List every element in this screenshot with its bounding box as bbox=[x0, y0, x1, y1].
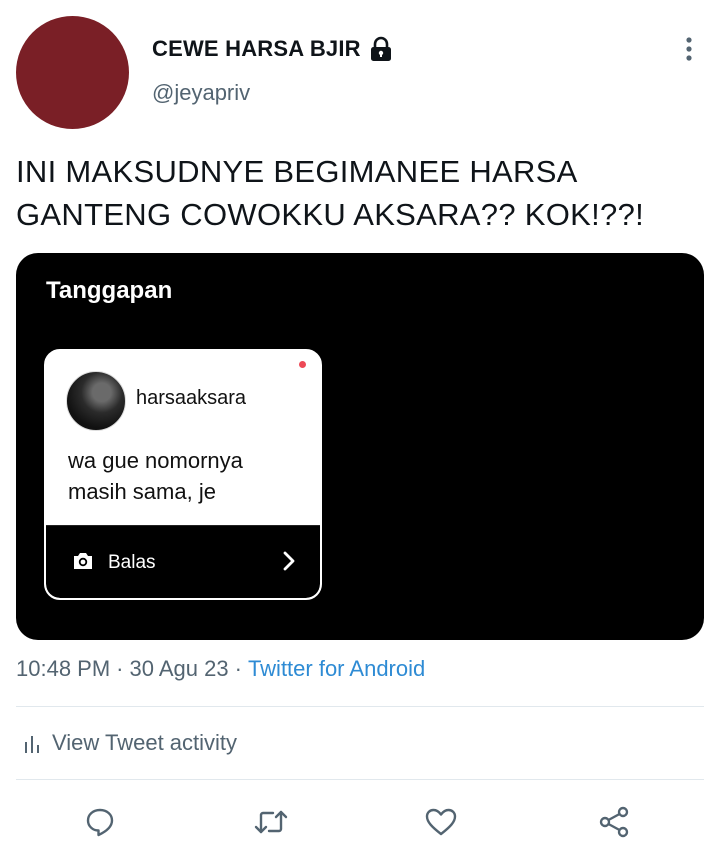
media-title: Tanggapan bbox=[46, 277, 173, 304]
chevron-right-icon bbox=[282, 550, 296, 572]
tweet-meta: 10:48 PM · 30 Agu 23 · Twitter for Android bbox=[16, 656, 425, 682]
lock-icon bbox=[369, 36, 393, 62]
meta-separator-2: · bbox=[234, 656, 242, 681]
reply-button[interactable] bbox=[82, 804, 118, 840]
divider bbox=[16, 779, 704, 780]
reply-card: harsaaksara wa gue nomornya masih sama, … bbox=[44, 349, 322, 600]
reply-message: wa gue nomornya masih sama, je bbox=[68, 448, 243, 504]
share-button[interactable] bbox=[596, 804, 632, 840]
meta-separator: · bbox=[116, 656, 124, 681]
speech-bubble-icon bbox=[86, 808, 114, 837]
like-button[interactable] bbox=[423, 804, 459, 840]
avatar[interactable] bbox=[16, 16, 129, 129]
author-header[interactable]: CEWE HARSA BJIR bbox=[152, 36, 393, 62]
share-icon bbox=[599, 806, 629, 838]
divider bbox=[16, 706, 704, 707]
tweet-text: INI MAKSUDNYE BEGIMANEE HARSA GANTENG CO… bbox=[16, 154, 645, 232]
retweet-icon bbox=[254, 810, 288, 834]
reply-avatar bbox=[66, 371, 126, 431]
tweet-source-link[interactable]: Twitter for Android bbox=[248, 656, 425, 681]
more-options-icon[interactable] bbox=[676, 32, 702, 66]
tweet-date: 30 Agu 23 bbox=[129, 656, 229, 681]
display-name[interactable]: CEWE HARSA BJIR bbox=[152, 36, 361, 62]
chart-icon bbox=[24, 732, 42, 754]
tweet-media-image[interactable]: Tanggapan harsaaksara wa gue nomornya ma… bbox=[16, 253, 704, 640]
user-handle[interactable]: @jeyapriv bbox=[152, 80, 250, 106]
heart-icon bbox=[425, 808, 457, 836]
reply-label: Balas bbox=[108, 552, 156, 573]
reply-bar: Balas bbox=[46, 525, 320, 598]
camera-icon bbox=[72, 550, 94, 572]
view-tweet-activity-button[interactable]: View Tweet activity bbox=[24, 730, 237, 756]
reply-username: harsaaksara bbox=[136, 387, 247, 409]
tweet-time: 10:48 PM bbox=[16, 656, 111, 681]
action-bar bbox=[0, 800, 720, 844]
unread-dot bbox=[299, 361, 306, 368]
activity-label: View Tweet activity bbox=[52, 730, 238, 755]
retweet-button[interactable] bbox=[253, 804, 289, 840]
